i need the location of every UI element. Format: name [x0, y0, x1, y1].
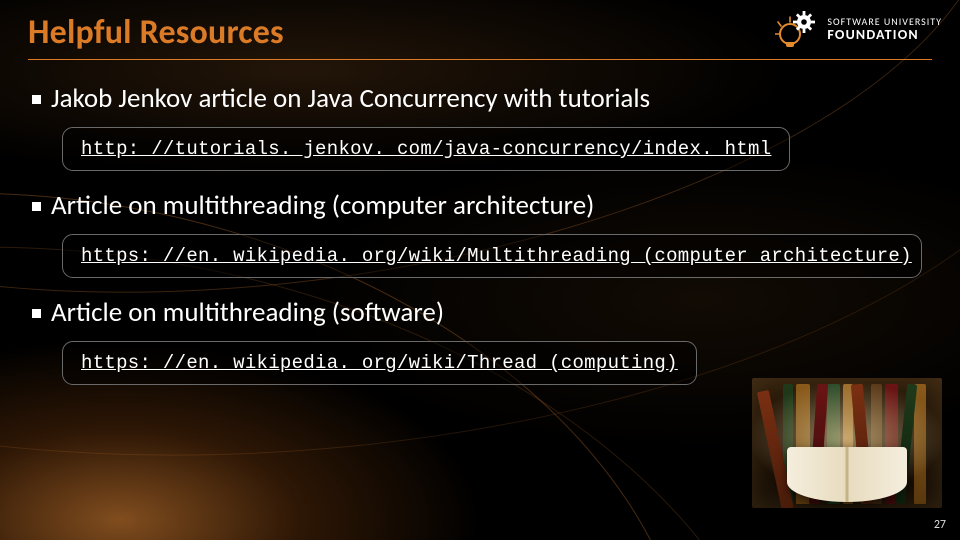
bullet-line: Jakob Jenkov article on Java Concurrency…	[32, 82, 932, 115]
bullet-text: Jakob Jenkov article on Java Concurrency…	[51, 82, 650, 115]
open-book-icon	[787, 447, 907, 502]
resource-link[interactable]: https: //en. wikipedia. org/wiki/Thread_…	[81, 352, 678, 374]
bullet-text: Article on multithreading (software)	[51, 296, 444, 329]
bullet-square-icon	[32, 95, 41, 104]
resource-list: Jakob Jenkov article on Java Concurrency…	[28, 82, 932, 385]
resource-link[interactable]: http: //tutorials. jenkov. com/java-conc…	[81, 138, 771, 160]
list-item: Article on multithreading (software) htt…	[32, 296, 932, 385]
logo: SOFTWARE UNIVERSITY FOUNDATION	[775, 8, 942, 52]
slide: SOFTWARE UNIVERSITY FOUNDATION Helpful R…	[0, 0, 960, 540]
link-box: https: //en. wikipedia. org/wiki/Multith…	[62, 234, 922, 278]
title-divider	[28, 59, 932, 60]
page-number: 27	[934, 518, 946, 532]
bullet-square-icon	[32, 202, 41, 211]
bullet-text: Article on multithreading (computer arch…	[51, 189, 594, 222]
list-item: Jakob Jenkov article on Java Concurrency…	[32, 82, 932, 171]
logo-text: SOFTWARE UNIVERSITY FOUNDATION	[827, 17, 942, 42]
bullet-line: Article on multithreading (computer arch…	[32, 189, 932, 222]
bullet-line: Article on multithreading (software)	[32, 296, 932, 329]
list-item: Article on multithreading (computer arch…	[32, 189, 932, 278]
link-box: http: //tutorials. jenkov. com/java-conc…	[62, 127, 790, 171]
link-box: https: //en. wikipedia. org/wiki/Thread_…	[62, 341, 697, 385]
bullet-square-icon	[32, 309, 41, 318]
resource-link[interactable]: https: //en. wikipedia. org/wiki/Multith…	[81, 245, 912, 267]
lightbulb-gear-icon	[775, 8, 819, 52]
books-image	[752, 378, 942, 508]
logo-line2: FOUNDATION	[827, 28, 942, 43]
